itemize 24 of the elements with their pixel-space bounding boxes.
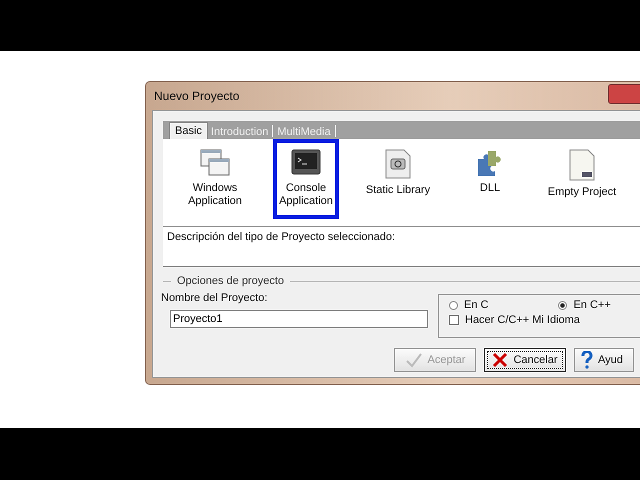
dialog-button[interactable]: Ayud [574,348,634,372]
monitor-icon [291,149,321,177]
project-type-item[interactable]: Windows Application [173,139,257,219]
windows-icon [200,149,230,177]
language-radio[interactable]: En C++ [558,299,611,311]
question-icon [581,351,593,369]
project-type-item[interactable]: Empty Project [540,139,624,219]
project-type-item[interactable]: Static Library [356,139,440,219]
description-text: Descripción del tipo de Proyecto seleccionado: [163,227,640,267]
tab[interactable]: Basic [169,122,208,139]
field-label: Nombre del Proyecto: [161,292,268,304]
cross-icon [492,352,508,368]
project-type-item[interactable]: Console Application [273,139,339,219]
document-icon [568,149,596,181]
default-language-checkbox[interactable]: Hacer C/C++ Mi Idioma [449,314,634,326]
document-icon [384,149,412,179]
checkmark-icon [404,352,423,368]
group-title: Opciones de proyecto [177,275,284,287]
project-name-field[interactable]: Proyecto1 [170,310,428,328]
window-title: Nuevo Proyecto [153,89,240,103]
close-button[interactable] [608,84,640,104]
project-type-item[interactable]: DLL [448,139,532,219]
dialog-button[interactable]: Cancelar [484,348,566,372]
language-radio[interactable]: En C [449,299,488,311]
